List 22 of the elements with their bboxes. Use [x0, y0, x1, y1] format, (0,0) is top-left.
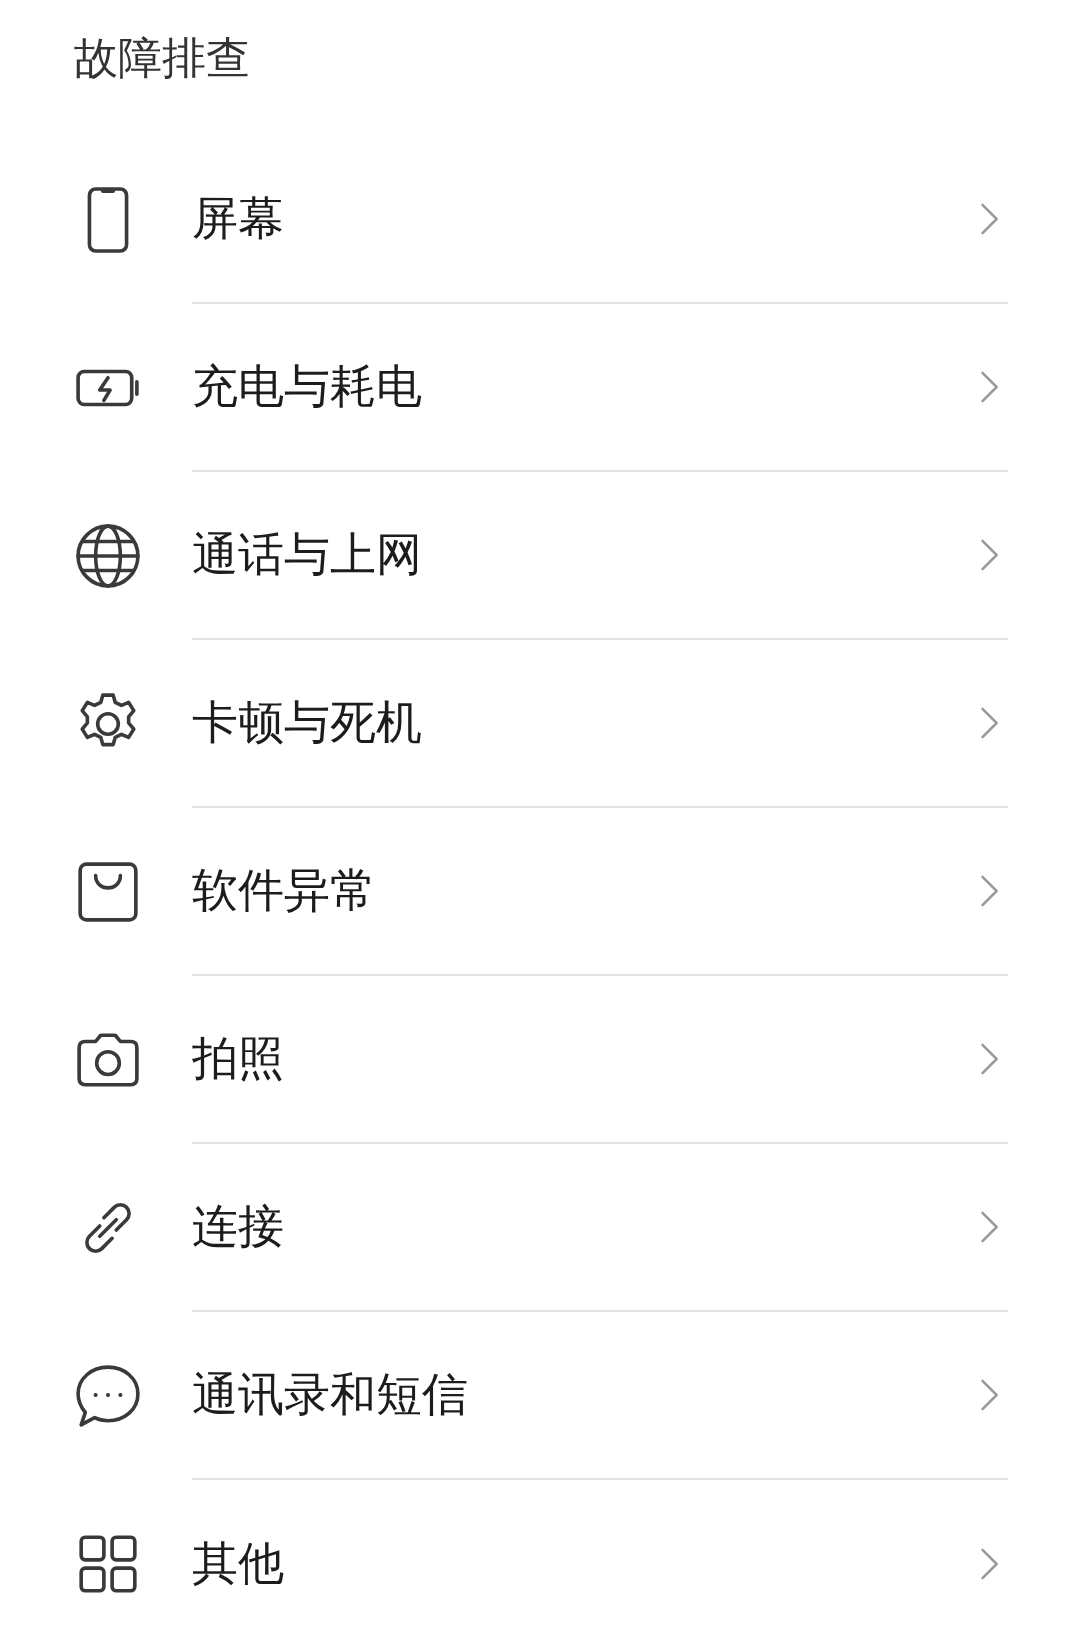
section-title: 故障排查 — [74, 32, 250, 83]
item-label: 充电与耗电 — [192, 358, 422, 415]
chat-bubble-icon — [75, 1363, 141, 1429]
list-item[interactable]: 屏幕 — [0, 136, 1080, 304]
list-item[interactable]: 卡顿与死机 — [0, 640, 1080, 808]
list-item[interactable]: 充电与耗电 — [0, 304, 1080, 472]
item-label: 屏幕 — [192, 190, 284, 247]
list-item[interactable]: 软件异常 — [0, 808, 1080, 976]
item-label: 拍照 — [192, 1030, 284, 1087]
list-item[interactable]: 其他 — [0, 1480, 1080, 1648]
globe-icon — [75, 523, 141, 589]
item-label: 软件异常 — [192, 862, 376, 919]
item-label: 其他 — [192, 1535, 284, 1592]
shopping-bag-icon — [75, 859, 141, 925]
item-label: 通讯录和短信 — [192, 1366, 468, 1423]
list-item[interactable]: 通话与上网 — [0, 472, 1080, 640]
list-item[interactable]: 拍照 — [0, 976, 1080, 1144]
list-item[interactable]: 通讯录和短信 — [0, 1312, 1080, 1480]
item-label: 连接 — [192, 1198, 284, 1255]
item-label: 通话与上网 — [192, 526, 422, 583]
list-item[interactable]: 连接 — [0, 1144, 1080, 1312]
item-label: 卡顿与死机 — [192, 694, 422, 751]
